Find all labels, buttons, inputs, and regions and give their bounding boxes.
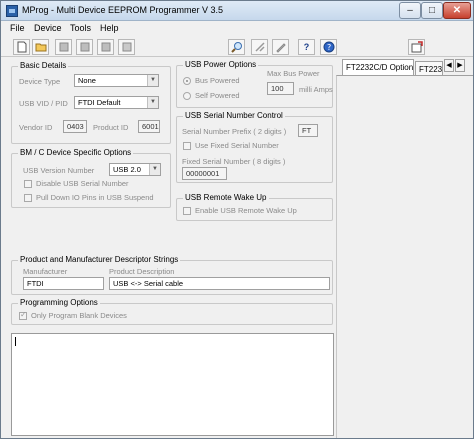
- about-icon[interactable]: ?: [320, 39, 337, 55]
- read-icon[interactable]: [272, 39, 289, 55]
- erase-icon[interactable]: [251, 39, 268, 55]
- fixed-serial-field[interactable]: 00000001: [182, 167, 227, 180]
- remote-wakeup-label: Enable USB Remote Wake Up: [195, 206, 297, 215]
- menu-file[interactable]: File: [7, 23, 28, 33]
- program-icon[interactable]: [118, 39, 135, 55]
- window-title: MProg - Multi Device EEPROM Programmer V…: [22, 5, 224, 15]
- open-folder-icon[interactable]: [32, 39, 49, 55]
- pull-down-checkbox[interactable]: [24, 194, 32, 202]
- fixed-serial-label: Fixed Serial Number ( 8 digits ): [182, 157, 286, 166]
- new-document-icon[interactable]: [13, 39, 30, 55]
- use-fixed-serial-checkbox[interactable]: [183, 142, 191, 150]
- close-button[interactable]: ✕: [443, 2, 471, 19]
- disable-serial-label: Disable USB Serial Number: [36, 179, 129, 188]
- manufacturer-label: Manufacturer: [23, 267, 68, 276]
- serial-prefix-field[interactable]: FT: [298, 124, 318, 137]
- exit-icon[interactable]: [408, 39, 425, 55]
- tab-ft2232[interactable]: FT2232: [415, 61, 443, 75]
- product-description-label: Product Description: [109, 267, 175, 276]
- toolbar: ? ?: [1, 37, 473, 57]
- text-caret: [15, 337, 16, 346]
- usb-version-select[interactable]: USB 2.0 ▼: [109, 163, 161, 176]
- minimize-button[interactable]: –: [399, 2, 421, 19]
- bus-powered-label: Bus Powered: [195, 76, 240, 85]
- maximize-button[interactable]: □: [421, 2, 443, 19]
- product-id-label: Product ID: [93, 123, 129, 132]
- usb-power-title: USB Power Options: [183, 60, 259, 69]
- serial-prefix-label: Serial Number Prefix ( 2 digits ): [182, 127, 287, 136]
- vendor-id-label: Vendor ID: [19, 123, 53, 132]
- device-type-value: None: [78, 76, 96, 85]
- manufacturer-field[interactable]: FTDI: [23, 277, 104, 290]
- usb-version-label: USB Version Number: [23, 166, 95, 175]
- save-icon[interactable]: [55, 39, 72, 55]
- menu-bar: File Device Tools Help: [1, 21, 473, 37]
- app-icon: [6, 5, 18, 17]
- tab-scroll-left-icon[interactable]: ◀: [444, 59, 454, 72]
- disable-serial-checkbox[interactable]: [24, 180, 32, 188]
- tab-scroll-right-icon[interactable]: ▶: [455, 59, 465, 72]
- usb-vid-pid-label: USB VID / PID: [19, 99, 68, 108]
- help-icon[interactable]: ?: [298, 39, 315, 55]
- bmc-options-title: BM / C Device Specific Options: [18, 148, 134, 157]
- menu-tools[interactable]: Tools: [67, 23, 94, 33]
- usb-serial-title: USB Serial Number Control: [183, 111, 285, 120]
- tab-panel: [336, 75, 473, 438]
- programming-options-title: Programming Options: [18, 298, 100, 307]
- max-bus-power-field[interactable]: 100: [267, 82, 294, 95]
- chevron-down-icon: ▼: [149, 164, 160, 175]
- menu-help[interactable]: Help: [97, 23, 122, 33]
- stop-icon[interactable]: [76, 39, 93, 55]
- pull-down-label: Pull Down IO Pins in USB Suspend: [36, 193, 154, 202]
- menu-device[interactable]: Device: [31, 23, 65, 33]
- search-icon[interactable]: [228, 39, 245, 55]
- device-type-select[interactable]: None ▼: [74, 74, 159, 87]
- usb-vid-pid-select[interactable]: FTDI Default ▼: [74, 96, 159, 109]
- milli-amps-label: milli Amps: [299, 85, 333, 94]
- title-bar: MProg - Multi Device EEPROM Programmer V…: [1, 1, 473, 21]
- log-output[interactable]: [11, 333, 334, 436]
- remote-wakeup-title: USB Remote Wake Up: [183, 193, 269, 202]
- chevron-down-icon: ▼: [147, 75, 158, 86]
- product-id-field[interactable]: 6001: [138, 120, 160, 133]
- self-powered-radio[interactable]: [183, 92, 191, 100]
- chevron-down-icon: ▼: [147, 97, 158, 108]
- descriptor-strings-title: Product and Manufacturer Descriptor Stri…: [18, 255, 181, 264]
- only-blank-checkbox[interactable]: [19, 310, 27, 320]
- basic-details-title: Basic Details: [18, 61, 69, 70]
- usb-version-value: USB 2.0: [113, 165, 141, 174]
- tab-ft2232cd-options[interactable]: FT2232C/D Options: [342, 59, 414, 75]
- use-fixed-serial-label: Use Fixed Serial Number: [195, 141, 279, 150]
- product-description-field[interactable]: USB <-> Serial cable: [109, 277, 330, 290]
- app-window: MProg - Multi Device EEPROM Programmer V…: [0, 0, 474, 439]
- vendor-id-field[interactable]: 0403: [63, 120, 87, 133]
- bus-powered-radio[interactable]: [183, 77, 191, 85]
- self-powered-label: Self Powered: [195, 91, 240, 100]
- stop-icon[interactable]: [97, 39, 114, 55]
- svg-text:?: ?: [327, 43, 331, 52]
- usb-vid-pid-value: FTDI Default: [78, 98, 121, 107]
- max-bus-power-label: Max Bus Power: [267, 69, 320, 78]
- only-blank-label: Only Program Blank Devices: [31, 311, 127, 320]
- remote-wakeup-checkbox[interactable]: [183, 207, 191, 215]
- device-type-label: Device Type: [19, 77, 61, 86]
